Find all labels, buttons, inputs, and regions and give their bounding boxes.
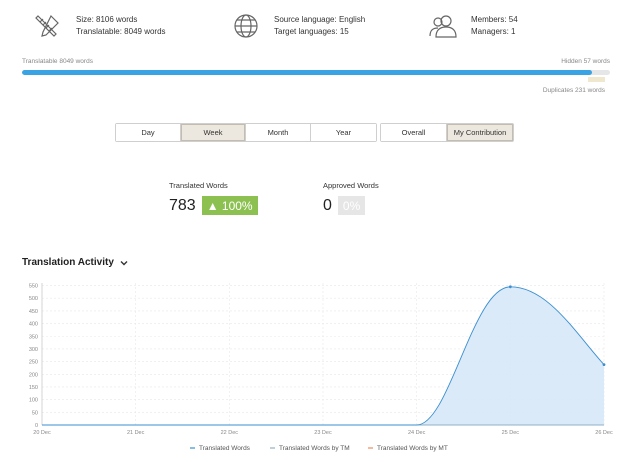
tab-year[interactable]: Year [311, 124, 376, 141]
translation-activity-chart: 0 50 100 150 200 250 300 350 400 450 500 550 20 Dec 2… [29, 283, 613, 452]
chevron-down-icon [120, 259, 128, 267]
size-text: Size: 8106 words [76, 15, 138, 24]
size-stat: Size: 8106 words Translatable: 8049 word… [32, 10, 166, 42]
period-selector: Day Week Month Year [115, 123, 377, 142]
tab-day[interactable]: Day [116, 124, 181, 141]
y-tick-label: 250 [29, 360, 38, 366]
x-tick-label: 20 Dec [33, 430, 51, 436]
duplicates-label: Duplicates 231 words [542, 87, 605, 94]
translated-words-value: 783 [169, 196, 196, 214]
y-tick-label: 150 [29, 385, 38, 391]
x-tick-label: 22 Dec [221, 430, 239, 436]
approved-words-label: Approved Words [323, 181, 379, 190]
x-tick-label: 24 Dec [408, 430, 426, 436]
y-tick-label: 0 [35, 423, 38, 429]
x-tick-label: 21 Dec [127, 430, 145, 436]
progress-track [22, 70, 610, 75]
y-tick-label: 300 [29, 347, 38, 353]
y-tick-label: 450 [29, 309, 38, 315]
legend-label: Translated Words by MT [377, 445, 448, 452]
translatable-progress: Translatable 8049 words Hidden 57 words … [22, 58, 610, 98]
hidden-words-label: Hidden 57 words [561, 58, 610, 65]
legend-label: Translated Words by TM [279, 445, 350, 452]
tab-my-contribution[interactable]: My Contribution [447, 124, 513, 141]
progress-fill [22, 70, 593, 75]
target-languages-text: Target languages: 15 [274, 27, 349, 36]
duplicates-bar [588, 77, 605, 82]
language-stat: Source language: English Target language… [230, 10, 365, 42]
translation-activity-dropdown[interactable]: Translation Activity [22, 257, 128, 268]
translatable-text: Translatable: 8049 words [76, 27, 166, 36]
tab-month[interactable]: Month [246, 124, 311, 141]
y-tick-label: 500 [29, 296, 38, 302]
y-tick-label: 200 [29, 372, 38, 378]
approved-words-value: 0 [323, 196, 332, 214]
project-stats: Size: 8106 words Translatable: 8049 word… [0, 0, 640, 56]
tab-week[interactable]: Week [181, 124, 246, 141]
y-tick-label: 100 [29, 398, 38, 404]
translated-words-metric: Translated Words 783 ▲ 100% [169, 181, 258, 215]
data-point [508, 285, 512, 289]
legend-label: Translated Words [199, 445, 251, 452]
translated-words-label: Translated Words [169, 181, 228, 190]
members-stat: Members: 54 Managers: 1 [427, 10, 518, 42]
translatable-progress-label: Translatable 8049 words [22, 58, 93, 65]
source-language-text: Source language: English [274, 15, 366, 24]
y-tick-label: 50 [32, 410, 38, 416]
translated-change-badge: ▲ 100% [201, 196, 258, 215]
members-text: Members: 54 [471, 15, 518, 24]
managers-text: Managers: 1 [471, 27, 516, 36]
data-point [602, 363, 606, 367]
y-tick-label: 400 [29, 322, 38, 328]
x-tick-label: 23 Dec [314, 430, 332, 436]
y-tick-label: 550 [29, 284, 38, 290]
scope-selector: Overall My Contribution [380, 123, 514, 142]
approved-change-badge: 0% [337, 196, 366, 215]
translation-activity-title: Translation Activity [22, 257, 114, 268]
y-tick-label: 350 [29, 334, 38, 340]
x-tick-label: 26 Dec [595, 430, 613, 436]
pen-ruler-icon [32, 10, 64, 42]
tab-overall[interactable]: Overall [381, 124, 447, 141]
approved-words-metric: Approved Words 0 0% [323, 181, 379, 215]
x-tick-label: 25 Dec [502, 430, 520, 436]
globe-icon [230, 10, 262, 42]
users-icon [427, 10, 459, 42]
